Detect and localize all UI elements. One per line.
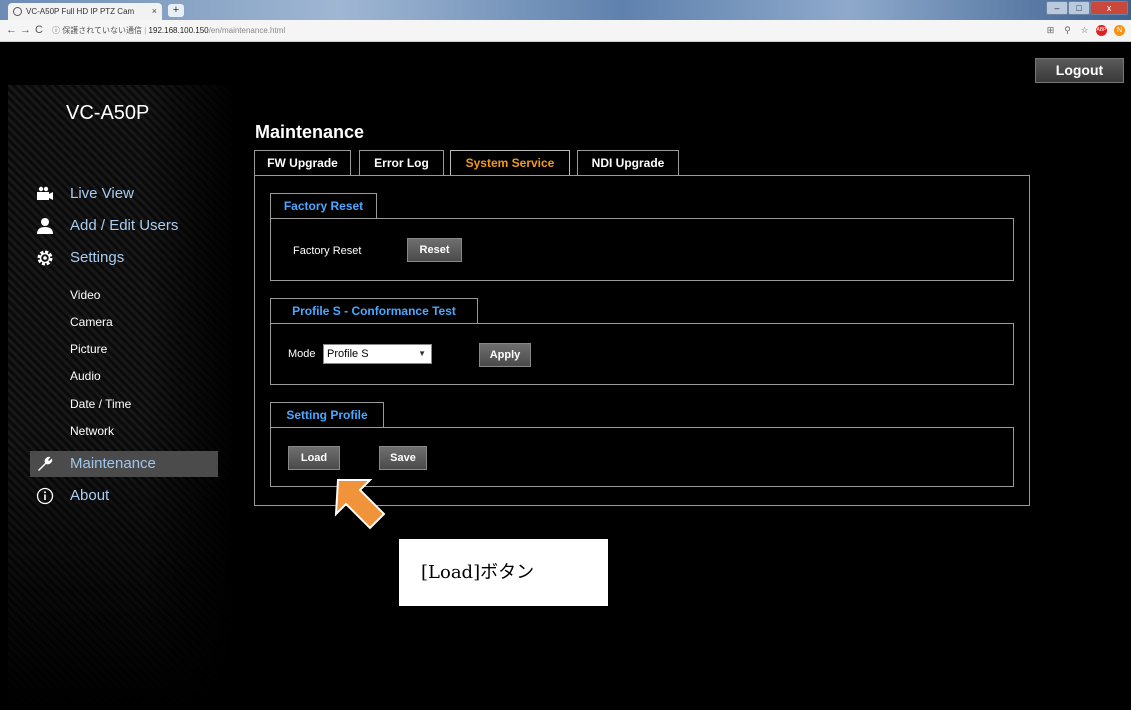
translate-icon[interactable]: ⊞ xyxy=(1045,25,1056,36)
tab-close-icon[interactable]: × xyxy=(152,6,157,16)
factory-reset-section-tab: Factory Reset xyxy=(270,193,377,219)
sidebar-item-settings[interactable]: Settings xyxy=(36,245,216,271)
sidebar-item-about[interactable]: About xyxy=(36,483,216,509)
globe-icon xyxy=(13,7,22,16)
bookmark-star-icon[interactable]: ☆ xyxy=(1079,25,1090,36)
sidebar-subitem-picture[interactable]: Picture xyxy=(70,342,107,356)
url-field[interactable]: ⓘ 保護されていない通信 | 192.168.100.150/en/mainte… xyxy=(52,25,285,36)
sidebar-subitem-camera[interactable]: Camera xyxy=(70,315,113,329)
sidebar-subitem-date-time[interactable]: Date / Time xyxy=(70,397,131,411)
browser-tab-title: VC-A50P Full HD IP PTZ Cam xyxy=(26,7,135,16)
camera-web-page: Logout VC-A50P Live View Add / Edit User… xyxy=(8,42,1131,710)
forward-button[interactable]: → xyxy=(20,24,31,36)
window-minimize-button[interactable]: – xyxy=(1046,1,1068,15)
sidebar-subitem-video[interactable]: Video xyxy=(70,288,100,302)
setting-profile-section-tab: Setting Profile xyxy=(270,402,384,428)
reload-button[interactable]: C xyxy=(35,24,43,36)
mode-label: Mode xyxy=(288,348,316,360)
info-circle-icon xyxy=(36,487,54,505)
sidebar-item-add-edit-users[interactable]: Add / Edit Users xyxy=(36,213,216,239)
sidebar-item-label: Settings xyxy=(70,249,125,266)
save-button[interactable]: Save xyxy=(379,446,427,470)
sidebar-item-label: Live View xyxy=(70,185,134,202)
video-camera-icon xyxy=(37,186,53,200)
mode-select[interactable]: Profile S ▼ xyxy=(323,344,432,364)
tab-system-service[interactable]: System Service xyxy=(450,150,570,176)
mode-select-value: Profile S xyxy=(327,348,369,360)
profile-s-section-tab: Profile S - Conformance Test xyxy=(270,298,478,324)
wrench-icon xyxy=(38,456,53,471)
tab-ndi-upgrade[interactable]: NDI Upgrade xyxy=(577,150,679,176)
sidebar-item-label: Add / Edit Users xyxy=(70,217,179,234)
sidebar-item-label: Maintenance xyxy=(70,455,156,472)
factory-reset-section xyxy=(270,218,1014,281)
factory-reset-label: Factory Reset xyxy=(293,245,362,257)
adblock-extension-icon[interactable]: ABP xyxy=(1096,25,1107,36)
sidebar-item-live-view[interactable]: Live View xyxy=(36,181,216,207)
callout-arrow-icon xyxy=(334,479,386,530)
back-button[interactable]: ← xyxy=(6,24,17,36)
chevron-down-icon: ▼ xyxy=(418,349,426,358)
url-path: /en/maintenance.html xyxy=(208,26,286,35)
window-maximize-button[interactable]: □ xyxy=(1068,1,1090,15)
apply-button[interactable]: Apply xyxy=(479,343,531,367)
sidebar-subitem-network[interactable]: Network xyxy=(70,424,114,438)
page-title: Maintenance xyxy=(255,122,365,142)
security-info-icon[interactable]: ⓘ xyxy=(52,26,60,35)
browser-tab[interactable]: VC-A50P Full HD IP PTZ Cam × xyxy=(8,3,162,20)
new-tab-button[interactable]: + xyxy=(168,4,184,17)
security-status-text: 保護されていない通信 xyxy=(62,26,142,35)
reset-button[interactable]: Reset xyxy=(407,238,462,262)
url-host: 192.168.100.150 xyxy=(148,26,209,35)
user-icon xyxy=(37,218,53,234)
sidebar-item-maintenance[interactable]: Maintenance xyxy=(30,451,218,477)
address-bar: ← → C ⓘ 保護されていない通信 | 192.168.100.150/en/… xyxy=(0,20,1131,42)
sidebar-item-label: About xyxy=(70,487,110,504)
logout-button[interactable]: Logout xyxy=(1035,58,1124,83)
tab-fw-upgrade[interactable]: FW Upgrade xyxy=(254,150,351,176)
sidebar-subitem-audio[interactable]: Audio xyxy=(70,369,101,383)
profile-avatar-icon[interactable]: N xyxy=(1114,25,1125,36)
screen: VC-A50P Full HD IP PTZ Cam × + – □ x ← →… xyxy=(0,0,1131,710)
zoom-icon[interactable]: ⚲ xyxy=(1062,25,1073,36)
tab-error-log[interactable]: Error Log xyxy=(359,150,444,176)
window-close-button[interactable]: x xyxy=(1090,1,1128,15)
load-button[interactable]: Load xyxy=(288,446,340,470)
load-button-callout: [Load]ボタン xyxy=(399,539,608,606)
browser-tab-strip: VC-A50P Full HD IP PTZ Cam × + – □ x xyxy=(0,0,1131,20)
gear-icon xyxy=(37,250,53,266)
device-model-title: VC-A50P xyxy=(66,102,150,124)
